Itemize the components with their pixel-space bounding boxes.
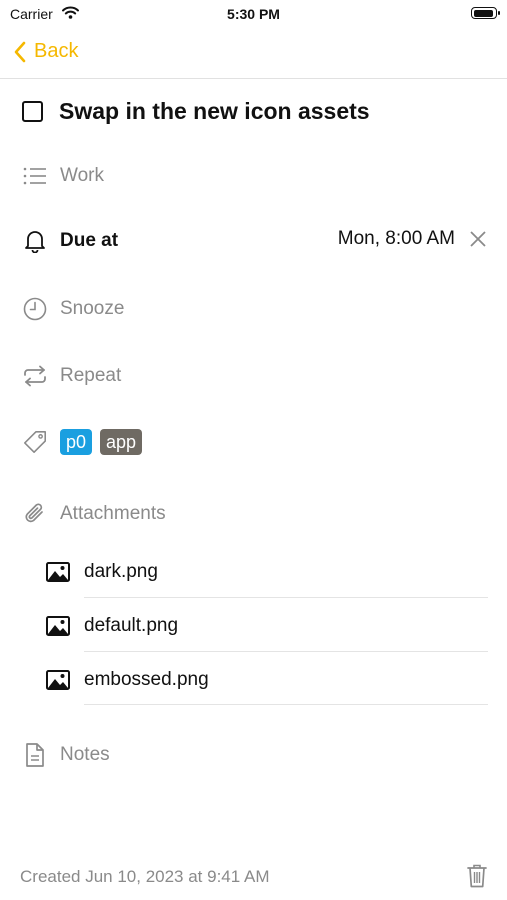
navigation-bar: Back: [0, 30, 507, 79]
notes-row[interactable]: Notes: [22, 742, 110, 768]
divider: [84, 651, 488, 652]
list-name: Work: [60, 165, 104, 186]
clock-icon: [22, 296, 48, 322]
due-value[interactable]: Mon, 8:00 AM: [338, 228, 455, 250]
due-label: Due at: [60, 230, 119, 251]
tags-row[interactable]: p0 app: [22, 429, 150, 455]
chevron-left-icon: [14, 41, 26, 62]
due-row[interactable]: Due at: [22, 228, 118, 254]
status-time: 5:30 PM: [227, 6, 280, 22]
delete-button[interactable]: [467, 864, 487, 893]
attachment-item[interactable]: default.png: [46, 599, 488, 652]
attachment-name: default.png: [84, 614, 179, 636]
divider: [84, 704, 488, 705]
battery-icon: [471, 7, 500, 19]
back-button[interactable]: Back: [14, 40, 78, 63]
repeat-row[interactable]: Repeat: [22, 363, 121, 389]
tag-icon: [22, 429, 48, 455]
bell-icon: [22, 228, 48, 254]
attachments-row[interactable]: Attachments: [22, 501, 166, 527]
image-icon: [46, 561, 70, 582]
attachment-item[interactable]: dark.png: [46, 545, 488, 598]
list-row[interactable]: Work: [22, 163, 104, 189]
list-icon: [22, 163, 48, 189]
created-timestamp: Created Jun 10, 2023 at 9:41 AM: [20, 867, 270, 886]
close-icon: [470, 231, 486, 247]
divider: [84, 597, 488, 598]
task-title-row: Swap in the new icon assets: [22, 98, 370, 125]
attachments-label: Attachments: [60, 503, 166, 524]
status-bar: Carrier 5:30 PM: [0, 0, 507, 30]
attachment-item[interactable]: embossed.png: [46, 653, 488, 706]
task-complete-checkbox[interactable]: [22, 101, 43, 122]
back-label: Back: [34, 40, 79, 62]
snooze-label: Snooze: [60, 298, 125, 319]
repeat-icon: [22, 363, 48, 389]
snooze-row[interactable]: Snooze: [22, 296, 124, 322]
paperclip-icon: [22, 501, 48, 527]
attachment-name: embossed.png: [84, 668, 209, 690]
task-title[interactable]: Swap in the new icon assets: [59, 98, 370, 125]
tag-chip-app[interactable]: app: [100, 429, 143, 455]
repeat-label: Repeat: [60, 365, 122, 386]
image-icon: [46, 615, 70, 636]
image-icon: [46, 669, 70, 690]
document-icon: [22, 742, 48, 768]
trash-icon: [467, 864, 487, 888]
tag-chip-p0[interactable]: p0: [60, 429, 93, 455]
attachment-name: dark.png: [84, 560, 158, 582]
clear-due-button[interactable]: [469, 230, 487, 253]
notes-label: Notes: [60, 744, 110, 765]
